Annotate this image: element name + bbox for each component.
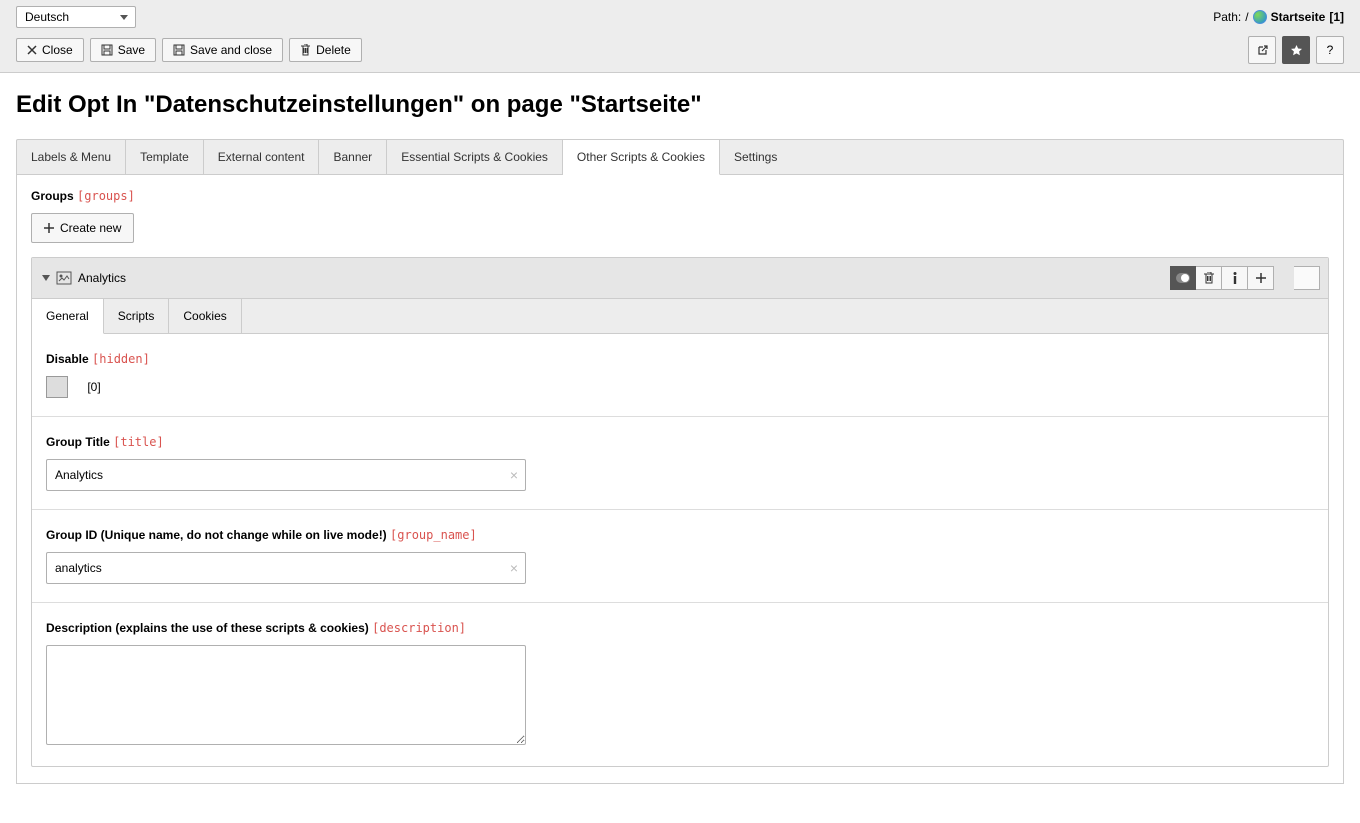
external-link-icon <box>1256 44 1269 57</box>
trash-icon <box>300 44 311 56</box>
group-title-label: Group Title [title] <box>46 435 1314 449</box>
tab-template[interactable]: Template <box>126 140 204 174</box>
star-icon <box>1290 44 1303 57</box>
globe-icon <box>1253 10 1267 24</box>
path-sep: / <box>1245 10 1248 24</box>
page-title: Edit Opt In "Datenschutzeinstellungen" o… <box>16 91 1344 119</box>
main-tabs: Labels & Menu Template External content … <box>16 139 1344 175</box>
group-subtabs: General Scripts Cookies <box>32 299 1328 334</box>
save-icon <box>173 44 185 56</box>
tab-banner[interactable]: Banner <box>319 140 387 174</box>
plus-icon <box>1256 273 1266 283</box>
trash-icon <box>1204 272 1214 284</box>
group-title: Analytics <box>78 271 126 285</box>
tab-essential[interactable]: Essential Scripts & Cookies <box>387 140 563 174</box>
delete-group-button[interactable] <box>1196 266 1222 290</box>
groups-label: Groups [groups] <box>31 189 1329 203</box>
tab-external-content[interactable]: External content <box>204 140 320 174</box>
tab-other[interactable]: Other Scripts & Cookies <box>563 140 720 175</box>
save-button[interactable]: Save <box>90 38 156 62</box>
toggle-visibility-button[interactable] <box>1170 266 1196 290</box>
close-button[interactable]: Close <box>16 38 84 62</box>
description-textarea[interactable] <box>46 645 526 745</box>
subtab-general[interactable]: General <box>32 299 104 334</box>
subtab-cookies[interactable]: Cookies <box>169 299 241 333</box>
save-icon <box>101 44 113 56</box>
info-icon <box>1233 272 1237 284</box>
toggle-icon <box>1176 273 1190 283</box>
drag-handle[interactable] <box>1294 266 1320 290</box>
disable-value: [0] <box>87 380 100 394</box>
breadcrumb: Path: / Startseite [1] <box>1213 10 1344 24</box>
disable-label: Disable [hidden] <box>46 352 1314 366</box>
help-button[interactable]: ? <box>1316 36 1344 64</box>
description-label: Description (explains the use of these s… <box>46 621 1314 635</box>
group-title-input[interactable] <box>46 459 526 491</box>
open-external-button[interactable] <box>1248 36 1276 64</box>
tab-settings[interactable]: Settings <box>720 140 791 174</box>
group-id-input[interactable] <box>46 552 526 584</box>
close-icon <box>27 45 37 55</box>
group-id-label: Group ID (Unique name, do not change whi… <box>46 528 1314 542</box>
chevron-down-icon[interactable] <box>42 275 50 281</box>
add-group-button[interactable] <box>1248 266 1274 290</box>
clear-icon[interactable]: × <box>510 560 518 576</box>
save-close-button[interactable]: Save and close <box>162 38 283 62</box>
path-id: [1] <box>1329 10 1344 24</box>
path-page[interactable]: Startseite <box>1271 10 1326 24</box>
help-icon: ? <box>1327 43 1334 57</box>
tab-labels-menu[interactable]: Labels & Menu <box>17 140 126 174</box>
bookmark-button[interactable] <box>1282 36 1310 64</box>
language-select[interactable]: Deutsch <box>16 6 136 28</box>
disable-checkbox[interactable] <box>46 376 68 398</box>
info-group-button[interactable] <box>1222 266 1248 290</box>
content-element-icon <box>56 270 72 286</box>
path-label: Path: <box>1213 10 1241 24</box>
plus-icon <box>44 223 54 233</box>
clear-icon[interactable]: × <box>510 467 518 483</box>
groups-code: [groups] <box>77 189 135 203</box>
delete-button[interactable]: Delete <box>289 38 362 62</box>
subtab-scripts[interactable]: Scripts <box>104 299 170 333</box>
create-new-button[interactable]: Create new <box>31 213 134 243</box>
